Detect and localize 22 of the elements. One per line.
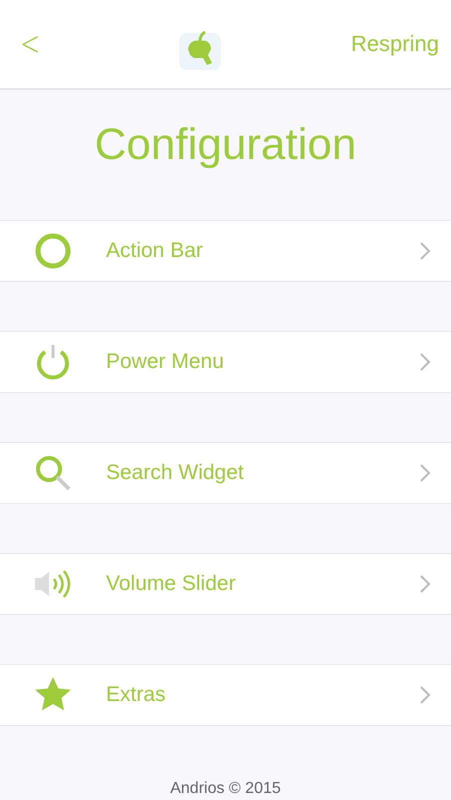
back-button[interactable]: <	[17, 27, 44, 61]
row-label: Extras	[106, 683, 167, 707]
power-icon	[34, 343, 72, 381]
menu-row[interactable]: Volume Slider	[0, 553, 451, 615]
copyright-text: Andrios © 2015	[170, 780, 281, 798]
menu-row[interactable]: Search Widget	[0, 442, 451, 504]
menu-row[interactable]: Extras	[0, 664, 451, 726]
row-label: Action Bar	[106, 239, 204, 263]
chevron-icon	[419, 352, 431, 372]
chevron-icon	[419, 685, 431, 705]
chevron-icon	[419, 463, 431, 483]
respring-button[interactable]: Respring	[350, 31, 439, 57]
page-title: Configuration	[94, 120, 356, 170]
chevron-icon	[419, 574, 431, 594]
menu-row[interactable]: Power Menu	[0, 331, 451, 393]
row-label: Search Widget	[106, 461, 245, 485]
chevron-icon	[419, 241, 431, 261]
ring-icon	[34, 232, 72, 270]
row-label: Volume Slider	[106, 572, 237, 596]
menu-row[interactable]: Action Bar	[0, 220, 451, 282]
row-label: Power Menu	[106, 350, 225, 374]
search-icon	[34, 454, 72, 492]
